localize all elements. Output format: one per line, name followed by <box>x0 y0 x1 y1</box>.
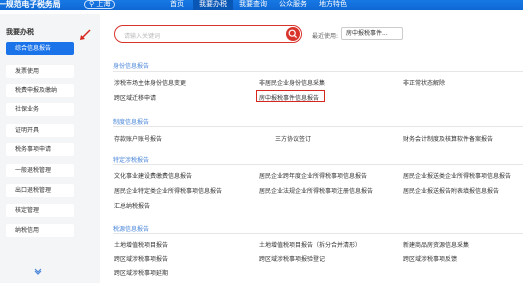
link-cross-year-cit[interactable]: 居民企业跨年度企业所得税事项信息报告 <box>259 171 367 180</box>
section-title-specific: 特定涉税报告 <box>113 157 150 164</box>
sidebar-item-social-security[interactable]: 社保业务 <box>6 103 74 116</box>
region-selector[interactable]: ⚲ 上海 <box>84 0 116 9</box>
section-title-identity: 身份信息报告 <box>113 63 150 70</box>
link-bank-account[interactable]: 存款账户账号报告 <box>114 134 162 143</box>
sidebar-item-tax-credit[interactable]: 纳税信用 <box>6 224 74 237</box>
link-cross-region-registration[interactable]: 跨区域涉税事项报验登记 <box>259 254 325 263</box>
nav-local-feature[interactable]: 地方特色 <box>313 0 353 10</box>
link-cross-region-feedback[interactable]: 跨区域涉税事项反馈 <box>403 254 457 263</box>
location-pin-icon: ⚲ <box>89 0 95 8</box>
link-cross-region-report[interactable]: 跨区域涉税事项报告 <box>114 254 168 263</box>
sidebar-item-certificate[interactable]: 证明开具 <box>6 124 74 137</box>
region-label: 上海 <box>96 0 111 8</box>
link-identity-change[interactable]: 涉税市场主体身份信息变更 <box>114 78 186 87</box>
chevron-down-icon[interactable] <box>34 267 42 275</box>
sidebar-item-invoice[interactable]: 发票使用 <box>6 65 74 78</box>
sidebar-title: 我要办税 <box>6 28 34 36</box>
link-consolidated-tax[interactable]: 汇总纳税报告 <box>114 201 150 210</box>
link-cross-region-migration[interactable]: 跨区域迁移申请 <box>114 93 156 102</box>
search-icon <box>288 29 298 39</box>
sidebar-item-verification[interactable]: 核定管理 <box>6 204 74 217</box>
section-divider <box>113 233 523 234</box>
search-button[interactable] <box>286 27 300 41</box>
highlight-box <box>256 90 325 102</box>
link-culture-fee[interactable]: 文化事业建设费缴费信息报告 <box>114 171 192 180</box>
recent-used-label: 最近使用: <box>312 33 339 40</box>
recent-used-item[interactable]: 房中报税事件... <box>341 27 403 40</box>
search-box[interactable]: 请输入关键词 <box>114 25 302 43</box>
section-title-system: 制度信息报告 <box>113 119 150 126</box>
link-nonresident-identity[interactable]: 非居民企业身份信息采集 <box>259 78 325 87</box>
link-tripartite-agreement[interactable]: 三方协议签订 <box>275 134 311 143</box>
section-title-tax-source: 税源信息报告 <box>113 226 150 233</box>
search-input[interactable]: 请输入关键词 <box>124 31 160 40</box>
section-divider <box>113 126 523 127</box>
link-accounting-filing[interactable]: 财务会计制度及核算软件备案报告 <box>403 134 493 143</box>
sidebar-item-export-refund[interactable]: 出口退税管理 <box>6 184 74 197</box>
link-attachment-report[interactable]: 居民企业报送报告附表填报信息报告 <box>403 186 499 195</box>
nav-home[interactable]: 首页 <box>161 0 193 10</box>
nav-do-tax[interactable]: 我要办税 <box>193 0 233 10</box>
link-new-housing[interactable]: 新建商品房资源信息采集 <box>403 240 469 249</box>
link-land-vat-split[interactable]: 土地增值税项目报告（拆分合并清形） <box>259 240 361 249</box>
link-regulation-cit[interactable]: 居民企业法规企业所得税事项注册信息报告 <box>259 186 373 195</box>
section-divider <box>113 164 523 165</box>
link-specific-cit[interactable]: 居民企业特定类企业所得税事项信息报告 <box>114 186 222 195</box>
top-header: 一规范电子税务局 ⚲ 上海 首页 我要办税 我要查询 公众服务 地方特色 <box>0 0 523 10</box>
annotation-arrow-icon <box>80 29 91 40</box>
link-submitted-cit[interactable]: 居民企业报送类企业所得税事项信息报告 <box>403 171 511 180</box>
main-content: 请输入关键词 最近使用: 房中报税事件... 身份信息报告 涉税市场主体身份信息… <box>105 14 523 283</box>
link-cross-region-extension[interactable]: 跨区域涉税事项延期 <box>114 268 168 277</box>
sidebar: 我要办税 综合信息报告 发票使用 税费申报及缴纳 社保业务 证明开具 税务事项申… <box>0 14 100 283</box>
link-land-vat-project[interactable]: 土地增值税项目报告 <box>114 240 168 249</box>
section-divider <box>113 71 523 72</box>
sidebar-item-tax-filing[interactable]: 税费申报及缴纳 <box>6 84 74 97</box>
link-abnormal-release[interactable]: 非正常状态解除 <box>403 78 445 87</box>
sidebar-item-tax-application[interactable]: 税务事项申请 <box>6 143 74 156</box>
nav-public-service[interactable]: 公众服务 <box>273 0 313 10</box>
sidebar-item-general-refund[interactable]: 一般退税管理 <box>6 164 74 177</box>
site-brand: 一规范电子税务局 <box>0 0 61 9</box>
nav-query[interactable]: 我要查询 <box>233 0 273 10</box>
sidebar-item-comprehensive-report[interactable]: 综合信息报告 <box>6 42 74 55</box>
